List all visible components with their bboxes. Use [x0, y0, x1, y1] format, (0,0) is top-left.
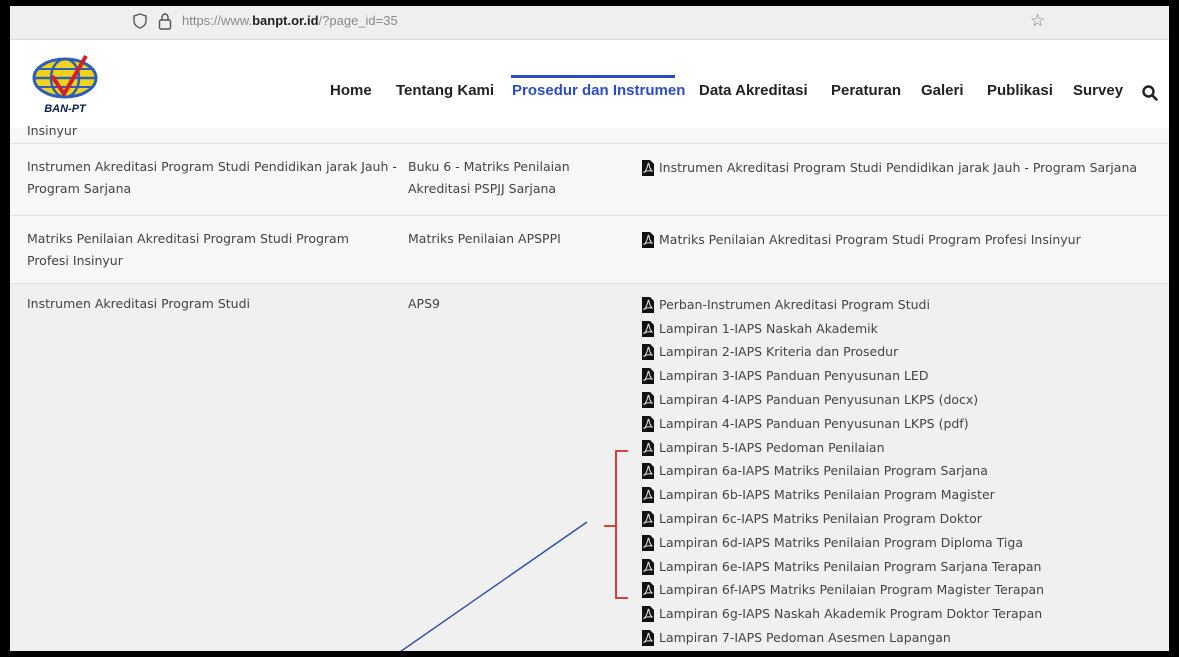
file-link-label: Lampiran 6f-IAPS Matriks Penilaian Progr…	[659, 582, 1045, 598]
file-link[interactable]: Matriks Penilaian Akreditasi Program Stu…	[641, 228, 1169, 252]
file-link[interactable]: Lampiran 4-IAPS Panduan Penyusunan LKPS …	[641, 412, 1169, 436]
pdf-file-icon	[642, 296, 654, 313]
file-link[interactable]: Perban-Instrumen Akreditasi Program Stud…	[641, 293, 1169, 317]
file-link-label: Lampiran 4-IAPS Panduan Penyusunan LKPS …	[659, 415, 969, 431]
instrument-table: Insinyur Instrumen Akreditasi Program St…	[10, 123, 1169, 651]
file-link-label: Lampiran 6c-IAPS Matriks Penilaian Progr…	[659, 511, 982, 527]
url-text[interactable]: https://www.banpt.or.id/?page_id=35	[182, 13, 398, 28]
pdf-file-icon	[642, 320, 654, 337]
file-link[interactable]: Lampiran 6e-IAPS Matriks Penilaian Progr…	[641, 555, 1169, 579]
table-cell-files: Matriks Penilaian Akreditasi Program Stu…	[641, 228, 1169, 252]
nav-home[interactable]: Home	[330, 82, 372, 99]
url-prefix: https://www.	[182, 13, 253, 28]
shield-icon	[133, 13, 147, 29]
file-link[interactable]: Instrumen Akreditasi Program Studi Pendi…	[641, 156, 1169, 180]
table-cell-title: Instrumen Akreditasi Program Studi	[27, 296, 250, 311]
pdf-file-icon	[642, 463, 654, 480]
pdf-file-icon	[642, 558, 654, 575]
file-link-label: Matriks Penilaian Akreditasi Program Stu…	[659, 231, 1081, 247]
nav-prosedur-dan-instrumen[interactable]: Prosedur dan Instrumen	[512, 82, 685, 99]
file-link-label: Lampiran 4-IAPS Panduan Penyusunan LKPS …	[659, 392, 979, 408]
table-cell-document: APS9	[408, 296, 440, 311]
nav-galeri[interactable]: Galeri	[921, 82, 964, 99]
nav-survey[interactable]: Survey	[1073, 82, 1123, 99]
nav-data-akreditasi[interactable]: Data Akreditasi	[699, 82, 808, 99]
pdf-file-icon	[642, 606, 654, 623]
table-cell-title: Instrumen Akreditasi Program Studi Pendi…	[27, 159, 397, 196]
file-link-label: Lampiran 1-IAPS Naskah Akademik	[659, 320, 878, 336]
table-cell-document: Buku 6 - Matriks Penilaian Akreditasi PS…	[408, 159, 570, 196]
table-row: Matriks Penilaian Akreditasi Program Stu…	[10, 216, 1169, 284]
nav-peraturan[interactable]: Peraturan	[831, 82, 901, 99]
file-link[interactable]: Lampiran 1-IAPS Naskah Akademik	[641, 317, 1169, 341]
file-link[interactable]: Lampiran 6g-IAPS Naskah Akademik Program…	[641, 602, 1169, 626]
file-link[interactable]: Lampiran 6d-IAPS Matriks Penilaian Progr…	[641, 531, 1169, 555]
pdf-file-icon	[642, 630, 654, 647]
table-row: Instrumen Akreditasi Program Studi APS9 …	[10, 284, 1169, 651]
file-link-label: Lampiran 5-IAPS Pedoman Penilaian	[659, 439, 885, 455]
pdf-file-icon	[642, 439, 654, 456]
pdf-file-icon	[642, 534, 654, 551]
pdf-file-icon	[642, 415, 654, 432]
bookmark-star-icon[interactable]: ☆	[1030, 11, 1045, 31]
search-icon[interactable]	[1141, 84, 1159, 102]
file-link-label: Lampiran 6g-IAPS Naskah Akademik Program…	[659, 606, 1043, 622]
file-link-label: Perban-Instrumen Akreditasi Program Stud…	[659, 296, 930, 312]
main-navigation: Home Tentang Kami Prosedur dan Instrumen…	[10, 82, 1169, 106]
lock-icon	[158, 13, 172, 30]
table-cell-files: Perban-Instrumen Akreditasi Program Stud…	[641, 293, 1169, 650]
file-link[interactable]: Lampiran 6a-IAPS Matriks Penilaian Progr…	[641, 460, 1169, 484]
pdf-file-icon	[642, 511, 654, 528]
url-path: /?page_id=35	[318, 13, 398, 28]
file-link[interactable]: Lampiran 6f-IAPS Matriks Penilaian Progr…	[641, 579, 1169, 603]
site-header: BAN-PT Home Tentang Kami Prosedur dan In…	[10, 40, 1169, 128]
file-link-label: Lampiran 6e-IAPS Matriks Penilaian Progr…	[659, 558, 1042, 574]
table-cell-files: Instrumen Akreditasi Program Studi Pendi…	[641, 156, 1169, 180]
pdf-file-icon	[642, 487, 654, 504]
file-link[interactable]: Lampiran 2-IAPS Kriteria dan Prosedur	[641, 341, 1169, 365]
table-row: Instrumen Akreditasi Program Studi Pendi…	[10, 144, 1169, 216]
file-link[interactable]: Lampiran 4-IAPS Panduan Penyusunan LKPS …	[641, 388, 1169, 412]
pdf-file-icon	[642, 231, 654, 248]
file-link-label: Lampiran 6b-IAPS Matriks Penilaian Progr…	[659, 487, 995, 503]
pdf-file-icon	[642, 159, 654, 176]
url-host: banpt.or.id	[252, 13, 319, 28]
nav-publikasi[interactable]: Publikasi	[987, 82, 1053, 99]
file-link[interactable]: Lampiran 7-IAPS Pedoman Asesmen Lapangan	[641, 626, 1169, 650]
table-row-partial: Insinyur	[10, 120, 1169, 144]
file-link-label: Lampiran 6d-IAPS Matriks Penilaian Progr…	[659, 534, 1024, 550]
file-link[interactable]: Lampiran 6b-IAPS Matriks Penilaian Progr…	[641, 483, 1169, 507]
pdf-file-icon	[642, 344, 654, 361]
browser-address-bar[interactable]: https://www.banpt.or.id/?page_id=35 ☆	[10, 6, 1169, 40]
file-link-label: Instrumen Akreditasi Program Studi Pendi…	[659, 159, 1138, 175]
table-cell-title: Insinyur	[27, 123, 77, 138]
screenshot-frame: https://www.banpt.or.id/?page_id=35 ☆ BA…	[0, 0, 1179, 657]
active-nav-indicator	[511, 75, 675, 78]
file-link-label: Lampiran 3-IAPS Panduan Penyusunan LED	[659, 368, 929, 384]
file-link-label: Lampiran 7-IAPS Pedoman Asesmen Lapangan	[659, 630, 951, 646]
file-link[interactable]: Lampiran 6c-IAPS Matriks Penilaian Progr…	[641, 507, 1169, 531]
table-cell-document: Matriks Penilaian APSPPI	[408, 231, 561, 246]
file-link-label: Lampiran 6a-IAPS Matriks Penilaian Progr…	[659, 463, 988, 479]
nav-tentang-kami[interactable]: Tentang Kami	[396, 82, 494, 99]
file-link[interactable]: Lampiran 3-IAPS Panduan Penyusunan LED	[641, 364, 1169, 388]
file-link[interactable]: Lampiran 5-IAPS Pedoman Penilaian	[641, 436, 1169, 460]
file-link-label: Lampiran 2-IAPS Kriteria dan Prosedur	[659, 344, 899, 360]
pdf-file-icon	[642, 368, 654, 385]
table-cell-title: Matriks Penilaian Akreditasi Program Stu…	[27, 231, 349, 268]
pdf-file-icon	[642, 582, 654, 599]
pdf-file-icon	[642, 392, 654, 409]
